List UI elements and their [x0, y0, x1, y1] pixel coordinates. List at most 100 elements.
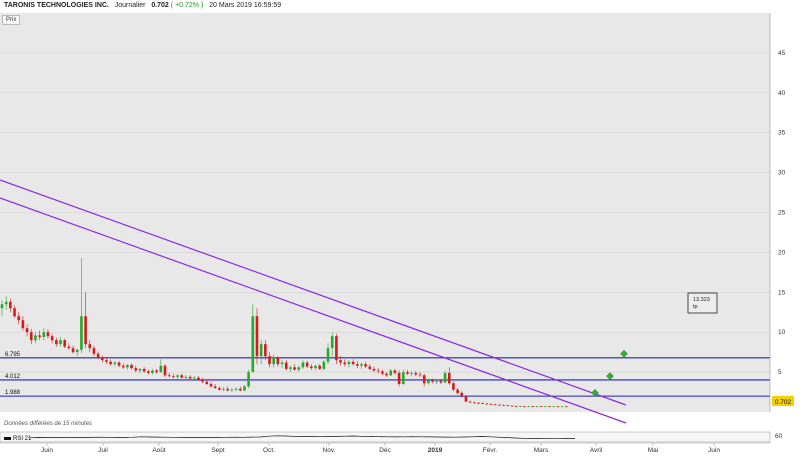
- candle-body: [477, 402, 480, 404]
- candle-body: [167, 375, 171, 377]
- annotation-value: 13.323: [693, 297, 710, 303]
- rsi-legend[interactable]: RSI 21: [4, 436, 31, 442]
- candle-body: [514, 406, 518, 407]
- candle-body: [234, 388, 238, 390]
- candle-body: [335, 336, 338, 361]
- candle-body: [201, 380, 204, 382]
- candle-body: [71, 348, 75, 353]
- annotation-sub: tp: [693, 304, 698, 310]
- candle-body: [431, 380, 434, 382]
- candle-body: [314, 365, 317, 369]
- y-tick-label: 45: [778, 50, 786, 57]
- time-tick-label: Mars: [534, 447, 549, 454]
- time-tick-label: Juin: [708, 447, 720, 454]
- rsi-swatch: [4, 436, 11, 440]
- chart-header: TARONIS TECHNOLOGIES INC. Journalier 0.7…: [4, 2, 281, 9]
- candle-body: [75, 349, 79, 353]
- candle-body: [205, 381, 209, 385]
- rsi-panel: 60: [0, 431, 783, 443]
- candle-body: [523, 406, 526, 407]
- candle-body: [50, 336, 54, 341]
- candle-body: [138, 368, 142, 371]
- candle-body: [473, 402, 476, 404]
- rsi-legend-label: RSI 21: [13, 436, 32, 442]
- candle-body: [539, 406, 543, 408]
- candle-body: [393, 370, 397, 373]
- candle-body: [84, 316, 87, 345]
- candle-body: [339, 360, 342, 363]
- candle-body: [493, 404, 497, 406]
- candle-body: [565, 406, 568, 408]
- time-tick-label: Sept: [211, 447, 225, 454]
- candle-body: [439, 380, 443, 383]
- candle-body: [4, 301, 8, 305]
- time-tick-label: Oct.: [263, 447, 275, 454]
- candle-body: [13, 308, 16, 317]
- candle-body: [544, 406, 547, 408]
- candle-body: [226, 388, 230, 391]
- price-panel-label[interactable]: Prix: [2, 15, 21, 25]
- candle-body: [560, 406, 564, 408]
- chart-canvas: 6.795 4.012 1.988 5 10 15 20 25 30 35 40 45 60 Jui…: [0, 0, 806, 454]
- y-tick-label: 20: [778, 249, 786, 256]
- candle-body: [330, 336, 334, 349]
- time-tick-label: Nov.: [323, 447, 336, 454]
- candle-body: [176, 375, 179, 377]
- candle-body: [502, 404, 505, 406]
- time-tick-label: Juin: [41, 447, 53, 454]
- candle-body: [238, 388, 242, 391]
- candle-body: [489, 404, 493, 405]
- candle-body: [184, 376, 188, 378]
- candle-body: [9, 301, 12, 309]
- candle-body: [172, 376, 175, 377]
- candle-body: [527, 406, 530, 408]
- candle-body: [63, 340, 66, 347]
- candle-body: [134, 368, 138, 371]
- candle-body: [197, 377, 200, 381]
- candle-body: [464, 396, 468, 402]
- candle-body: [192, 377, 196, 379]
- time-tick-label: Juil: [98, 447, 108, 454]
- candle-body: [406, 372, 409, 374]
- candle-body: [364, 364, 367, 367]
- candle-body: [209, 384, 213, 387]
- candle-body: [368, 366, 372, 369]
- candle-body: [243, 386, 246, 391]
- annotation-box[interactable]: 13.323 tp: [687, 292, 718, 314]
- candle-body: [305, 362, 309, 367]
- candle-body: [414, 372, 418, 375]
- y-tick-label: 35: [778, 130, 786, 137]
- candle-body: [142, 368, 146, 372]
- candle-body: [34, 335, 37, 341]
- candle-body: [531, 406, 535, 408]
- rsi-tick-label: 60: [775, 433, 783, 440]
- candle-body: [556, 406, 560, 408]
- time-tick-label: Févr.: [483, 447, 498, 454]
- candle-body: [151, 370, 154, 373]
- candle-body: [29, 332, 33, 341]
- y-tick-label: 40: [778, 90, 786, 97]
- candle-body: [301, 362, 305, 368]
- candle-body: [55, 340, 58, 345]
- candle-body: [272, 357, 275, 365]
- candle-body: [485, 403, 489, 405]
- level-label: 6.795: [5, 352, 21, 358]
- candle-body: [343, 362, 347, 365]
- candle-body: [284, 362, 288, 369]
- candle-body: [372, 368, 376, 371]
- candle-body: [188, 376, 192, 379]
- candle-body: [159, 365, 163, 373]
- candle-body: [410, 372, 413, 374]
- candle-body: [552, 406, 556, 408]
- candle-body: [259, 344, 263, 357]
- candle-body: [310, 366, 313, 369]
- candle-body: [92, 348, 96, 354]
- level-label: 4.012: [5, 374, 21, 380]
- candle-body: [113, 362, 117, 365]
- candle-body: [101, 357, 104, 361]
- instrument-name: TARONIS TECHNOLOGIES INC.: [4, 2, 109, 9]
- candle-body: [456, 389, 459, 393]
- candle-body: [389, 370, 393, 376]
- time-tick-label: Mai: [648, 447, 658, 454]
- last-price-tag: 0.702: [772, 396, 794, 406]
